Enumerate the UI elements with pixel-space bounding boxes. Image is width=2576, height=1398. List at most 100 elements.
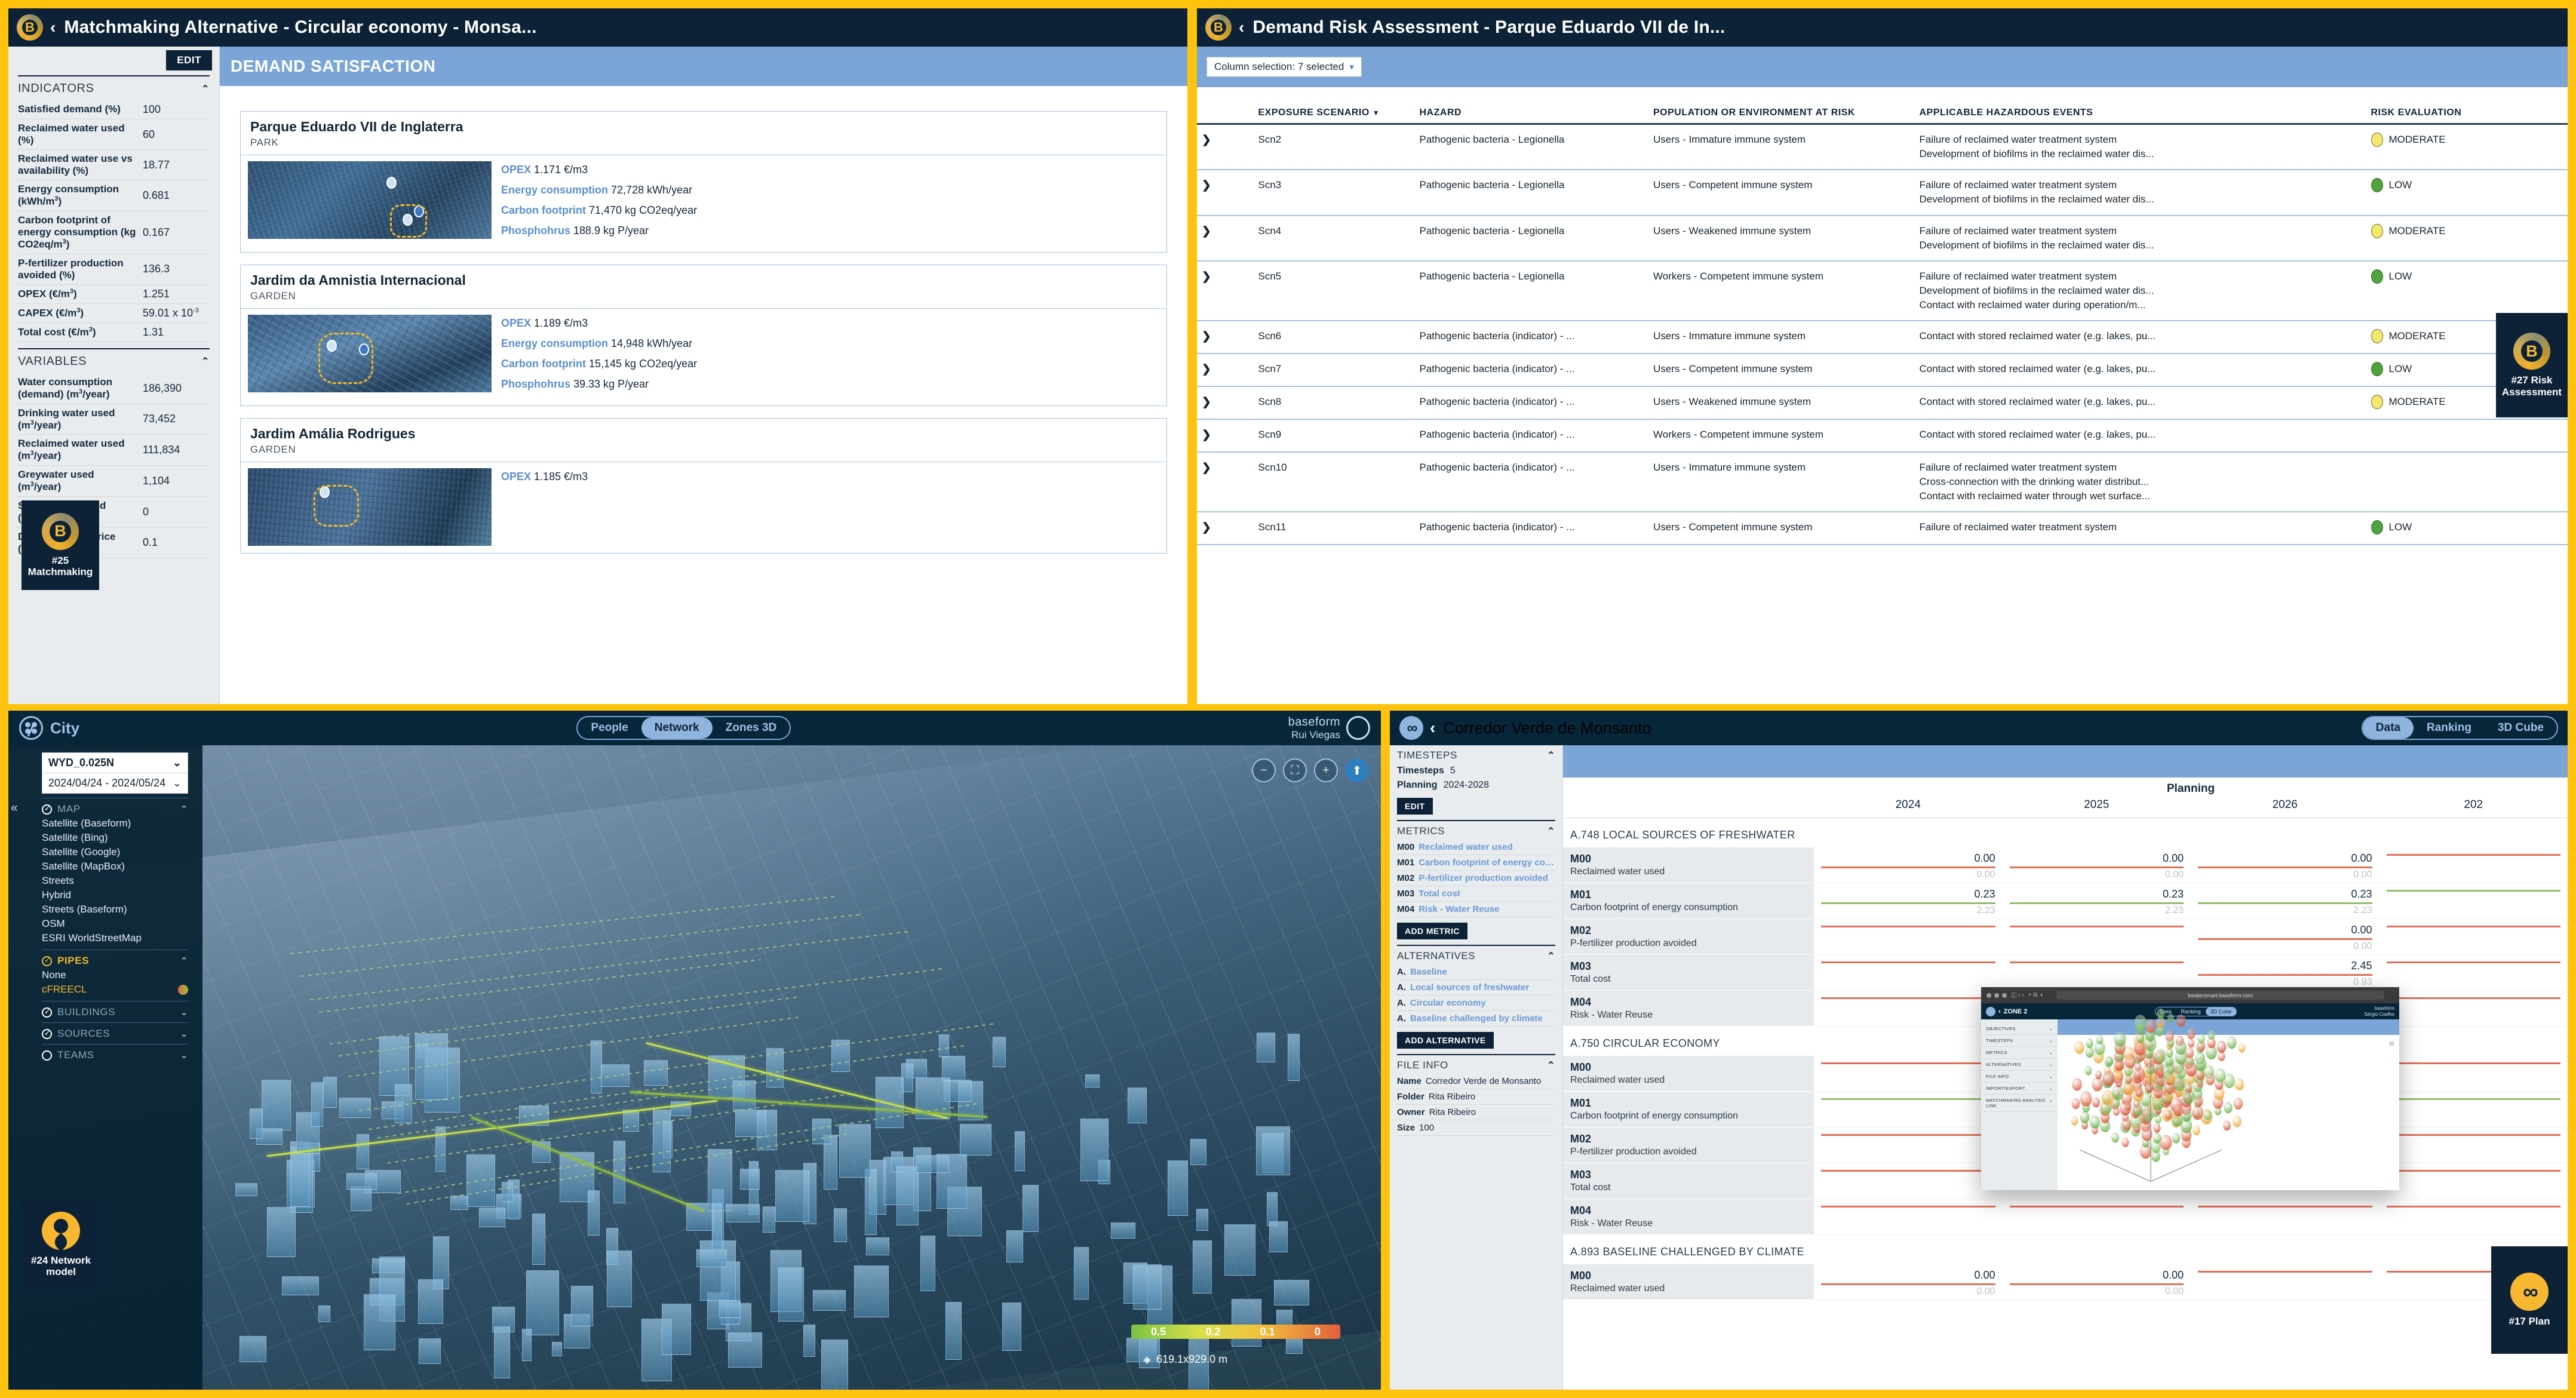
cube-zoom-out-icon[interactable]: ⊖ [2389, 1040, 2394, 1047]
layer-option[interactable]: Streets (Baseform) [42, 902, 202, 917]
plan-alternative-row[interactable]: A. Baseline challenged by climate [1397, 1011, 1555, 1027]
layer-option[interactable]: Streets [42, 874, 202, 888]
add-alternative-button[interactable]: ADD ALTERNATIVE [1397, 1032, 1494, 1049]
thumbnail-side-item[interactable]: IMPORT/EXPORT ⌄ [1981, 1083, 2058, 1095]
file-info-section-header[interactable]: FILE INFO ⌃ [1397, 1054, 1555, 1074]
plan-alternative-row[interactable]: A. Circular economy [1397, 996, 1555, 1011]
layer-section-buildings[interactable]: BUILDINGS ⌄ [42, 1006, 188, 1018]
layer-option[interactable]: Satellite (Baseform) [42, 816, 202, 831]
user-avatar[interactable] [1346, 716, 1370, 740]
zoom-out-button[interactable]: − [1252, 758, 1276, 782]
table-row[interactable]: ❯ Scn3 Pathogenic bacteria - Legionella … [1197, 170, 2568, 216]
city-tab-people[interactable]: People [578, 717, 641, 739]
locate-button[interactable]: ⬆ [1345, 758, 1369, 782]
risk-col-header[interactable]: HAZARD [1414, 107, 1648, 125]
indicators-section-header[interactable]: INDICATORS ⌃ [18, 75, 210, 100]
chevron-up-icon[interactable]: ⌃ [180, 955, 188, 966]
row-expand-cell[interactable]: ❯ [1197, 124, 1254, 171]
table-row[interactable]: ❯ Scn5 Pathogenic bacteria - Legionella … [1197, 260, 2568, 322]
satellite-thumbnail[interactable] [248, 315, 492, 392]
chevron-up-icon[interactable]: ⌃ [1547, 950, 1555, 962]
demand-card[interactable]: Parque Eduardo VII de Inglaterra PARK OP… [240, 111, 1167, 253]
table-row[interactable]: ❯ Scn11 Pathogenic bacteria (indicator) … [1197, 512, 2568, 546]
chevron-down-icon[interactable]: ⌄ [180, 1050, 188, 1061]
table-row[interactable]: ❯ Scn7 Pathogenic bacteria (indicator) -… [1197, 354, 2568, 388]
checkbox-icon[interactable] [42, 1050, 52, 1061]
chevron-up-icon[interactable]: ⌃ [201, 83, 210, 95]
back-chevron-icon[interactable]: ‹ [1239, 18, 1244, 37]
satellite-thumbnail[interactable] [248, 161, 492, 239]
risk-col-header[interactable]: APPLICABLE HAZARDOUS EVENTS [1914, 107, 2366, 125]
chevron-up-icon[interactable]: ⌃ [1547, 825, 1555, 837]
row-expand-cell[interactable]: ❯ [1197, 386, 1254, 420]
row-expand-cell[interactable]: ❯ [1197, 419, 1254, 453]
checkbox-icon[interactable] [42, 804, 52, 815]
thumbnail-side-item[interactable]: OBJECTIVES ⌄ [1981, 1023, 2058, 1035]
back-chevron-icon[interactable]: ‹ [1430, 718, 1435, 738]
date-range-select[interactable]: 2024/04/24 - 2024/05/24 ⌄ [42, 773, 188, 794]
city-tab-zones-3d[interactable]: Zones 3D [713, 717, 790, 739]
chevron-right-icon[interactable]: ❯ [1202, 462, 1211, 474]
checkbox-icon[interactable] [42, 955, 52, 966]
chevron-up-icon[interactable]: ⌃ [1547, 749, 1555, 761]
layer-option[interactable]: Hybrid [42, 888, 202, 902]
plan-alternative-row[interactable]: A. Local sources of freshwater [1397, 980, 1555, 996]
thumbnail-side-item[interactable]: METRICS ⌄ [1981, 1047, 2058, 1059]
demand-card[interactable]: Jardim Amália Rodrigues GARDEN OPEX 1.18… [240, 418, 1167, 554]
thumbnail-side-item[interactable]: TIMESTEPS ⌄ [1981, 1035, 2058, 1047]
edit-button[interactable]: EDIT [166, 50, 212, 70]
plan-tab-3d-cube[interactable]: 3D Cube [2485, 717, 2557, 739]
row-expand-cell[interactable]: ❯ [1197, 354, 1254, 388]
3d-cube-plot[interactable] [2061, 1008, 2396, 1188]
risk-col-header[interactable]: EXPOSURE SCENARIO ▼ [1253, 107, 1415, 125]
plan-metric-row[interactable]: M04 Risk - Water Reuse [1397, 902, 1555, 917]
city-3d-map[interactable]: − ⛶ + ⬆ 0.5 0.2 0.1 0 ◈ 619.1x929.0 m « … [8, 745, 1381, 1390]
checkbox-icon[interactable] [42, 1028, 52, 1039]
chevron-right-icon[interactable]: ❯ [1202, 271, 1211, 283]
chevron-right-icon[interactable]: ❯ [1202, 134, 1211, 146]
layer-option[interactable]: cFREECL [42, 982, 202, 997]
risk-col-header[interactable]: RISK EVALUATION [2366, 107, 2568, 125]
plan-metric-row[interactable]: M00 Reclaimed water used [1397, 840, 1555, 855]
table-row[interactable]: ❯ Scn6 Pathogenic bacteria (indicator) -… [1197, 321, 2568, 355]
table-row[interactable]: ❯ Scn8 Pathogenic bacteria (indicator) -… [1197, 386, 2568, 420]
risk-col-header[interactable]: POPULATION OR ENVIRONMENT AT RISK [1648, 107, 1915, 125]
thumbnail-side-item[interactable]: ALTERNATIVES ⌄ [1981, 1059, 2058, 1071]
chevron-up-icon[interactable]: ⌃ [1547, 1059, 1555, 1071]
thumbnail-side-item[interactable]: MATCHMAKING ANALYSIS LINK ⌄ [1981, 1095, 2058, 1112]
scenario-select[interactable]: WYD_0.025N ⌄ [42, 752, 188, 773]
plan-metric-row[interactable]: M01 Carbon footprint of energy cons... [1397, 855, 1555, 871]
chevron-right-icon[interactable]: ❯ [1202, 429, 1211, 441]
layer-section-teams[interactable]: TEAMS ⌄ [42, 1049, 188, 1061]
row-expand-cell[interactable]: ❯ [1197, 215, 1254, 262]
table-row[interactable]: ❯ Scn9 Pathogenic bacteria (indicator) -… [1197, 419, 2568, 453]
row-expand-cell[interactable]: ❯ [1197, 260, 1254, 322]
plan-metric-row[interactable]: M02 P-fertilizer production avoided [1397, 871, 1555, 886]
table-row[interactable]: ❯ Scn4 Pathogenic bacteria - Legionella … [1197, 215, 2568, 262]
satellite-thumbnail[interactable] [248, 468, 492, 546]
layer-section-sources[interactable]: SOURCES ⌄ [42, 1028, 188, 1040]
chevron-right-icon[interactable]: ❯ [1202, 330, 1211, 343]
layer-section-map[interactable]: MAP ⌃ [42, 803, 188, 815]
chevron-down-icon[interactable]: ⌄ [180, 1007, 188, 1018]
collapse-sidebar-icon[interactable]: « [11, 801, 18, 815]
table-row[interactable]: ❯ Scn2 Pathogenic bacteria - Legionella … [1197, 124, 2568, 171]
plan-tab-data[interactable]: Data [2362, 717, 2414, 739]
add-metric-button[interactable]: ADD METRIC [1397, 923, 1467, 939]
variables-section-header[interactable]: VARIABLES ⌃ [18, 348, 210, 373]
layer-option[interactable]: ESRI WorldStreetMap [42, 931, 202, 945]
floating-browser-thumbnail[interactable]: ◫ ‹ › + ⧉ ◑ bwatersmart.baseform.com ‹ Z… [1981, 987, 2399, 1190]
chevron-right-icon[interactable]: ❯ [1202, 179, 1211, 192]
thumbnail-tab-3d-cube[interactable]: 3D Cube [2205, 1007, 2237, 1016]
city-tab-network[interactable]: Network [641, 717, 713, 739]
layer-option[interactable]: OSM [42, 917, 202, 931]
metrics-section-header[interactable]: METRICS ⌃ [1397, 820, 1555, 840]
chevron-right-icon[interactable]: ❯ [1202, 225, 1211, 238]
plan-edit-button[interactable]: EDIT [1397, 798, 1433, 815]
row-expand-cell[interactable]: ❯ [1197, 452, 1254, 513]
layer-option[interactable]: Satellite (Google) [42, 845, 202, 859]
thumbnail-side-item[interactable]: FILE INFO ⌄ [1981, 1071, 2058, 1083]
chevron-right-icon[interactable]: ❯ [1202, 363, 1211, 376]
table-row[interactable]: ❯ Scn10 Pathogenic bacteria (indicator) … [1197, 452, 2568, 513]
zoom-in-button[interactable]: + [1314, 758, 1338, 782]
